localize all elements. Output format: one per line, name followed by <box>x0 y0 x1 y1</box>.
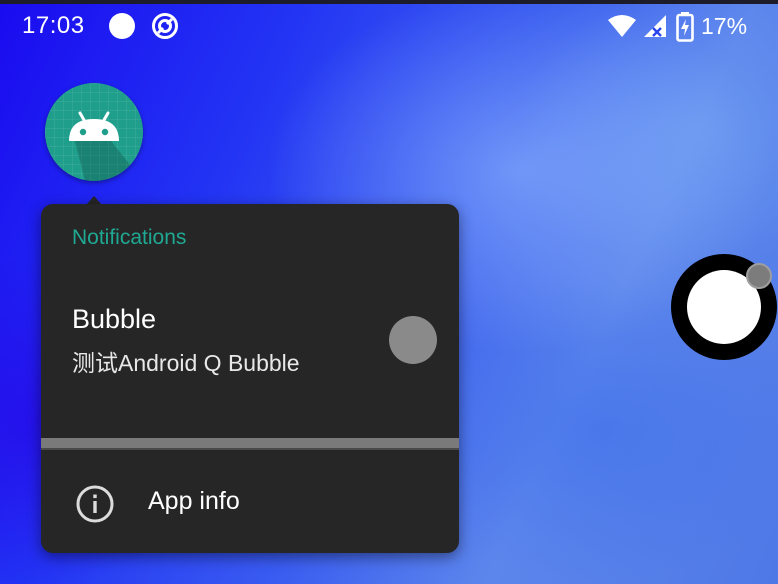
divider <box>41 438 459 450</box>
app-info-menu-item[interactable]: App info <box>41 450 459 553</box>
status-time: 17:03 <box>22 12 85 39</box>
battery-charging-icon <box>676 12 694 42</box>
status-bar: 17:03 17% <box>0 4 778 48</box>
channel-description: 测试Android Q Bubble <box>72 350 300 376</box>
android-app-icon <box>45 83 143 181</box>
cellular-signal-icon <box>644 15 666 37</box>
wifi-icon <box>608 15 636 37</box>
sync-icon <box>152 13 178 39</box>
bubble-badge <box>746 263 772 289</box>
channel-row-bubble[interactable]: Bubble 测试Android Q Bubble <box>41 284 459 404</box>
bubble-avatar[interactable] <box>45 83 143 181</box>
app-info-label: App info <box>148 487 240 515</box>
floating-bubble[interactable] <box>671 254 778 360</box>
battery-percent: 17% <box>701 13 748 39</box>
info-icon <box>76 485 114 523</box>
notification-dot-icon <box>109 13 135 39</box>
bubble-settings-popup: Notifications Bubble 测试Android Q Bubble … <box>41 204 459 553</box>
channel-title: Bubble <box>72 304 157 334</box>
section-header: Notifications <box>72 226 187 249</box>
channel-toggle-switch[interactable] <box>389 316 437 364</box>
